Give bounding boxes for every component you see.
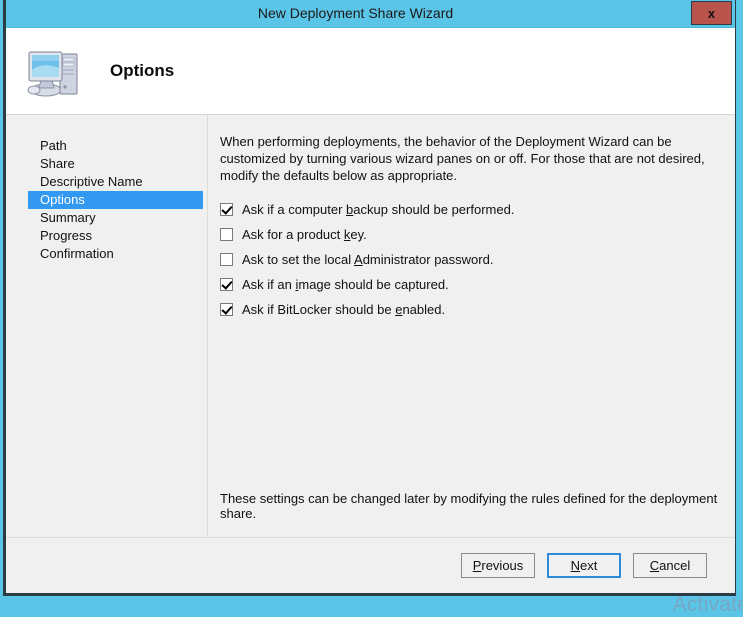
sidebar-item-share[interactable]: Share <box>28 155 203 173</box>
dialog-button-bar: Previous Next Cancel <box>6 537 735 593</box>
option-row-backup[interactable]: Ask if a computer backup should be perfo… <box>220 202 719 217</box>
options-content-panel: When performing deployments, the behavio… <box>208 115 735 537</box>
window-title: New Deployment Share Wizard <box>6 0 735 27</box>
next-button[interactable]: Next <box>547 553 621 578</box>
sidebar-item-path[interactable]: Path <box>28 137 203 155</box>
page-title: Options <box>110 61 174 81</box>
option-row-capture-image[interactable]: Ask if an image should be captured. <box>220 277 719 292</box>
options-checkbox-list: Ask if a computer backup should be perfo… <box>220 202 719 317</box>
checkbox-capture-image[interactable] <box>220 278 233 291</box>
title-bar: New Deployment Share Wizard x <box>6 0 735 28</box>
sidebar-item-confirmation[interactable]: Confirmation <box>28 245 203 263</box>
sidebar-item-options[interactable]: Options <box>28 191 203 209</box>
option-label-capture-image: Ask if an image should be captured. <box>242 277 449 292</box>
option-label-admin-password: Ask to set the local Administrator passw… <box>242 252 493 267</box>
dialog-body: Path Share Descriptive Name Options Summ… <box>6 115 735 537</box>
computer-monitor-tower-icon <box>24 40 86 102</box>
checkbox-backup[interactable] <box>220 203 233 216</box>
option-row-product-key[interactable]: Ask for a product key. <box>220 227 719 242</box>
activate-windows-watermark: Activate <box>673 593 743 617</box>
option-label-backup: Ask if a computer backup should be perfo… <box>242 202 514 217</box>
option-row-bitlocker[interactable]: Ask if BitLocker should be enabled. <box>220 302 719 317</box>
option-row-admin-password[interactable]: Ask to set the local Administrator passw… <box>220 252 719 267</box>
close-icon[interactable]: x <box>691 1 732 25</box>
sidebar-item-progress[interactable]: Progress <box>28 227 203 245</box>
new-deployment-share-wizard-dialog: New Deployment Share Wizard x Options <box>3 0 736 596</box>
previous-button[interactable]: Previous <box>461 553 535 578</box>
checkbox-bitlocker[interactable] <box>220 303 233 316</box>
option-label-bitlocker: Ask if BitLocker should be enabled. <box>242 302 445 317</box>
wizard-header: Options <box>6 28 735 115</box>
checkbox-product-key[interactable] <box>220 228 233 241</box>
wizard-step-nav: Path Share Descriptive Name Options Summ… <box>6 115 208 537</box>
sidebar-item-descriptive-name[interactable]: Descriptive Name <box>28 173 203 191</box>
sidebar-item-summary[interactable]: Summary <box>28 209 203 227</box>
intro-description: When performing deployments, the behavio… <box>220 133 719 184</box>
checkbox-admin-password[interactable] <box>220 253 233 266</box>
cancel-button[interactable]: Cancel <box>633 553 707 578</box>
settings-footer-note: These settings can be changed later by m… <box>220 491 719 521</box>
option-label-product-key: Ask for a product key. <box>242 227 367 242</box>
